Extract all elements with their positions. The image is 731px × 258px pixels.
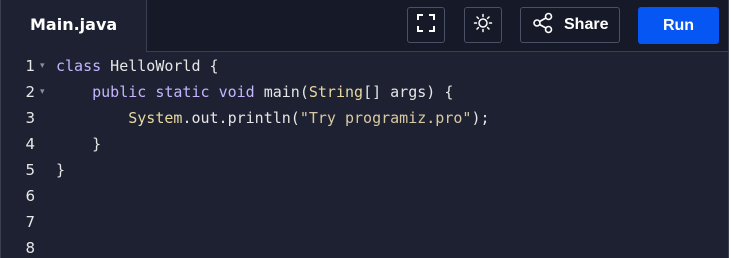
line-number: 7 (25, 213, 35, 231)
code-text: } (56, 157, 65, 183)
code-token: public (92, 83, 147, 101)
code-text: } (56, 131, 101, 157)
fold-toggle-icon[interactable]: ▾ (40, 79, 45, 105)
line-number: 3 (25, 109, 35, 127)
line-number: 8 (25, 239, 35, 257)
code-token: [] args) { (363, 83, 454, 101)
code-token: HelloWorld { (101, 57, 219, 75)
share-button-label: Share (564, 16, 609, 33)
code-token: class (56, 57, 102, 75)
code-token: "Try programiz.pro" (299, 109, 472, 127)
code-token: static (155, 83, 210, 101)
code-token: } (56, 161, 66, 179)
line-number: 6 (25, 187, 35, 205)
code-line[interactable]: 7 (1, 209, 728, 235)
share-icon (532, 12, 554, 39)
run-button[interactable]: Run (638, 7, 719, 44)
editor-toolbar: Main.java Share Run (1, 0, 728, 52)
line-number: 5 (25, 161, 35, 179)
code-line[interactable]: 1 ▾ class HelloWorld { (1, 53, 728, 79)
code-token: .out.println( (182, 109, 300, 127)
code-text: class HelloWorld { (56, 53, 219, 79)
code-line[interactable]: 3 System.out.println("Try programiz.pro"… (1, 105, 728, 131)
file-tab-label: Main.java (30, 15, 118, 34)
code-line[interactable]: 8 (1, 235, 728, 258)
code-line[interactable]: 2 ▾ public static void main(String[] args… (1, 79, 728, 105)
fold-toggle-icon[interactable]: ▾ (40, 53, 45, 79)
fullscreen-button[interactable] (407, 7, 445, 43)
code-line[interactable]: 5} (1, 157, 728, 183)
code-token: String (308, 83, 364, 101)
code-token: ); (471, 109, 490, 127)
code-token: main( (254, 83, 309, 101)
code-text: System.out.println("Try programiz.pro"); (56, 105, 490, 131)
line-number: 4 (25, 135, 35, 153)
file-tab[interactable]: Main.java (1, 0, 147, 52)
theme-toggle-button[interactable] (464, 7, 502, 43)
code-line[interactable]: 6 (1, 183, 728, 209)
code-text: public static void main(String[] args) { (56, 79, 453, 105)
code-line[interactable]: 4 } (1, 131, 728, 157)
code-area[interactable]: 1 ▾ class HelloWorld { 2 ▾ public static voi… (1, 52, 728, 258)
sun-icon (473, 13, 493, 38)
line-number: 2 (25, 83, 35, 101)
line-number: 1 (25, 57, 35, 75)
code-token: void (218, 83, 255, 101)
code-token: System (128, 109, 183, 127)
share-button[interactable]: Share (520, 7, 620, 43)
code-editor: Main.java Share Run 1 ▾ class HelloWorld… (0, 0, 729, 258)
fullscreen-icon (416, 13, 436, 38)
code-token: } (56, 135, 102, 153)
